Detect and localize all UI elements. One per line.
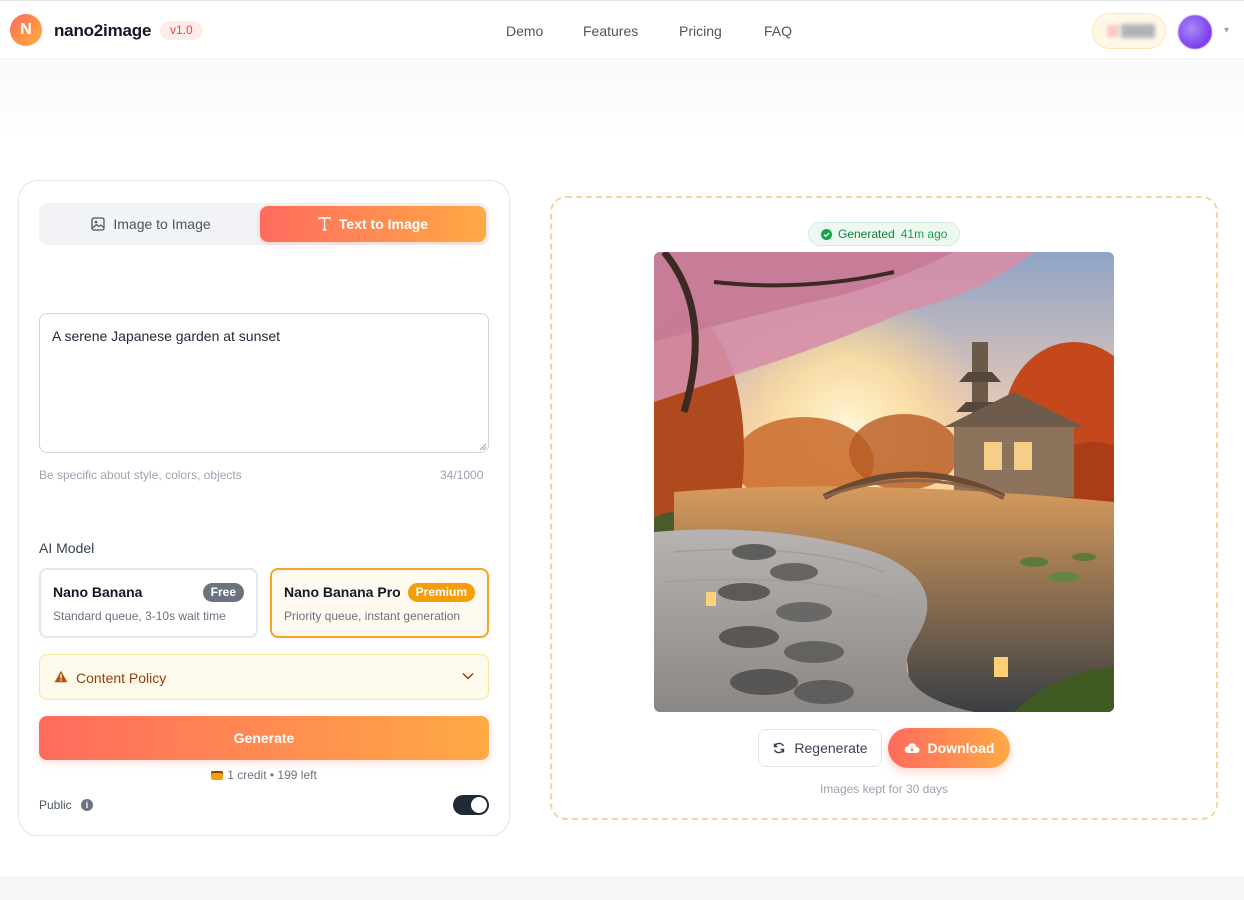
result-panel: Generated 41m ago Regenerate Download Im… bbox=[550, 196, 1218, 820]
logo-icon[interactable]: N bbox=[10, 14, 42, 46]
content-policy-accordion[interactable]: Content Policy bbox=[39, 654, 489, 700]
credit-text: 1 credit • 199 left bbox=[227, 768, 317, 782]
credits-icon bbox=[1107, 25, 1119, 37]
toggle-knob bbox=[471, 797, 487, 813]
public-toggle[interactable] bbox=[453, 795, 489, 815]
cloud-download-icon bbox=[904, 743, 920, 754]
credit-card-icon bbox=[211, 771, 224, 780]
credits-value bbox=[1121, 24, 1155, 38]
model-desc: Standard queue, 3-10s wait time bbox=[53, 609, 226, 623]
chevron-down-icon[interactable]: ▾ bbox=[1224, 25, 1229, 36]
model-section-label: AI Model bbox=[39, 540, 95, 556]
image-icon bbox=[91, 217, 106, 231]
credits-pill[interactable] bbox=[1092, 13, 1166, 49]
prompt-input[interactable] bbox=[39, 313, 489, 453]
text-icon bbox=[318, 217, 331, 231]
nav-features[interactable]: Features bbox=[583, 23, 638, 39]
refresh-icon bbox=[774, 742, 785, 754]
tab-image-to-image[interactable]: Image to Image bbox=[42, 206, 260, 242]
nav-faq[interactable]: FAQ bbox=[764, 23, 792, 39]
model-option-nano-banana[interactable]: Nano Banana Free Standard queue, 3-10s w… bbox=[39, 568, 258, 638]
composer-panel: Image to Image Text to Image Be specific… bbox=[18, 180, 510, 836]
char-counter: 34/1000 bbox=[440, 468, 484, 482]
faded-stat bbox=[360, 7, 366, 33]
chevron-down-icon bbox=[462, 672, 474, 680]
download-label: Download bbox=[927, 740, 995, 756]
prompt-hint: Be specific about style, colors, objects bbox=[39, 468, 242, 482]
free-badge: Free bbox=[202, 583, 244, 602]
content-policy-label: Content Policy bbox=[76, 670, 167, 686]
tab-label: Image to Image bbox=[113, 216, 211, 232]
status-badge: Generated 41m ago bbox=[808, 222, 961, 246]
regenerate-label: Regenerate bbox=[794, 740, 868, 756]
public-label: Public bbox=[39, 798, 72, 812]
generate-button[interactable]: Generate bbox=[39, 716, 489, 760]
tab-label: Text to Image bbox=[338, 216, 429, 232]
regenerate-button[interactable]: Regenerate bbox=[758, 729, 882, 767]
download-button[interactable]: Download bbox=[888, 728, 1010, 768]
tab-text-to-image[interactable]: Text to Image bbox=[260, 206, 486, 242]
hero-band bbox=[0, 61, 1244, 141]
generated-image[interactable] bbox=[654, 252, 1114, 712]
brand-name[interactable]: nano2image bbox=[54, 21, 151, 41]
warning-icon bbox=[54, 670, 68, 683]
model-name: Nano Banana Pro bbox=[284, 584, 401, 600]
top-header: N nano2image v1.0 Demo Features Pricing … bbox=[0, 0, 1244, 60]
nav-pricing[interactable]: Pricing bbox=[679, 23, 722, 39]
footer-strip bbox=[0, 876, 1244, 900]
credit-usage: 1 credit • 199 left bbox=[19, 768, 509, 782]
model-name: Nano Banana bbox=[53, 584, 143, 600]
resize-handle-icon[interactable] bbox=[479, 443, 487, 451]
status-time: 41m ago bbox=[900, 227, 948, 241]
mode-tabs: Image to Image Text to Image bbox=[39, 203, 489, 245]
model-option-nano-banana-pro[interactable]: Nano Banana Pro Premium Priority queue, … bbox=[270, 568, 489, 638]
status-text: Generated bbox=[838, 227, 895, 241]
garden-illustration bbox=[654, 252, 1114, 712]
info-icon[interactable]: i bbox=[81, 799, 93, 811]
version-badge: v1.0 bbox=[160, 21, 203, 40]
model-desc: Priority queue, instant generation bbox=[284, 609, 461, 623]
avatar[interactable] bbox=[1178, 15, 1212, 49]
premium-badge: Premium bbox=[407, 583, 475, 602]
nav-demo[interactable]: Demo bbox=[506, 23, 543, 39]
check-circle-icon bbox=[821, 228, 832, 240]
retention-note: Images kept for 30 days bbox=[819, 782, 949, 796]
